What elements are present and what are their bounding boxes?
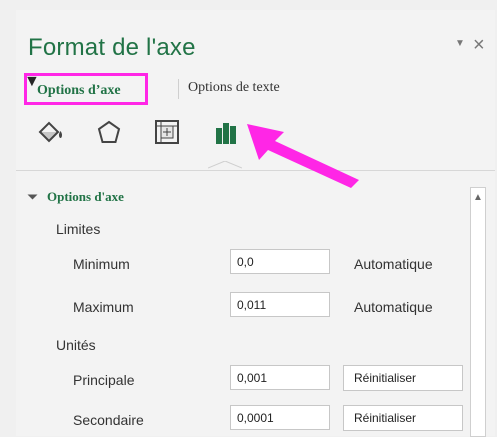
tab-axis-options[interactable]: Options d’axe bbox=[24, 73, 148, 105]
collapse-triangle-icon bbox=[27, 194, 38, 200]
scroll-up-arrow-icon[interactable]: ▲ bbox=[473, 192, 483, 203]
field-major-label: Principale bbox=[73, 372, 135, 388]
minimum-input[interactable]: 0,0 bbox=[230, 249, 330, 274]
section-axis-options[interactable]: Options d'axe bbox=[27, 189, 124, 205]
fill-line-icon[interactable] bbox=[32, 115, 66, 149]
group-limits: Limites bbox=[56, 221, 101, 237]
field-maximum-label: Maximum bbox=[73, 299, 134, 315]
section-axis-options-label: Options d'axe bbox=[47, 189, 124, 204]
axis-options-icon[interactable] bbox=[208, 115, 242, 149]
close-icon[interactable]: × bbox=[473, 34, 485, 57]
selected-indicator bbox=[207, 156, 243, 169]
minimum-auto-label: Automatique bbox=[354, 256, 433, 272]
minor-reset-button[interactable]: Réinitialiser bbox=[343, 405, 463, 431]
field-minimum-label: Minimum bbox=[73, 256, 130, 272]
tab-separator bbox=[178, 79, 179, 99]
minor-unit-input[interactable]: 0,0001 bbox=[230, 405, 330, 430]
format-axis-pane: Format de l'axe ▼ × Options d’axe ▼ Opti… bbox=[16, 10, 495, 437]
field-minor-label: Secondaire bbox=[73, 412, 144, 428]
major-unit-input[interactable]: 0,001 bbox=[230, 365, 330, 390]
group-units: Unités bbox=[56, 337, 96, 353]
pane-menu-icon[interactable]: ▼ bbox=[455, 38, 465, 49]
maximum-auto-label: Automatique bbox=[354, 299, 433, 315]
pane-tabs: Options d’axe ▼ Options de texte bbox=[24, 73, 484, 107]
major-reset-button[interactable]: Réinitialiser bbox=[343, 365, 463, 391]
options-content: Options d'axe Limites Minimum 0,0 Automa… bbox=[16, 170, 495, 437]
vertical-scrollbar[interactable]: ▲ bbox=[470, 187, 486, 437]
tab-axis-options-label: Options d’axe bbox=[37, 83, 121, 98]
callout-arrow-icon bbox=[247, 124, 359, 188]
tab-text-options[interactable]: Options de texte bbox=[188, 80, 280, 96]
maximum-input[interactable]: 0,011 bbox=[230, 292, 330, 317]
size-properties-icon[interactable] bbox=[150, 115, 184, 149]
effects-icon[interactable] bbox=[92, 115, 126, 149]
pane-title: Format de l'axe bbox=[28, 34, 196, 61]
pane-controls: ▼ × bbox=[453, 34, 493, 57]
category-icons bbox=[32, 115, 272, 169]
